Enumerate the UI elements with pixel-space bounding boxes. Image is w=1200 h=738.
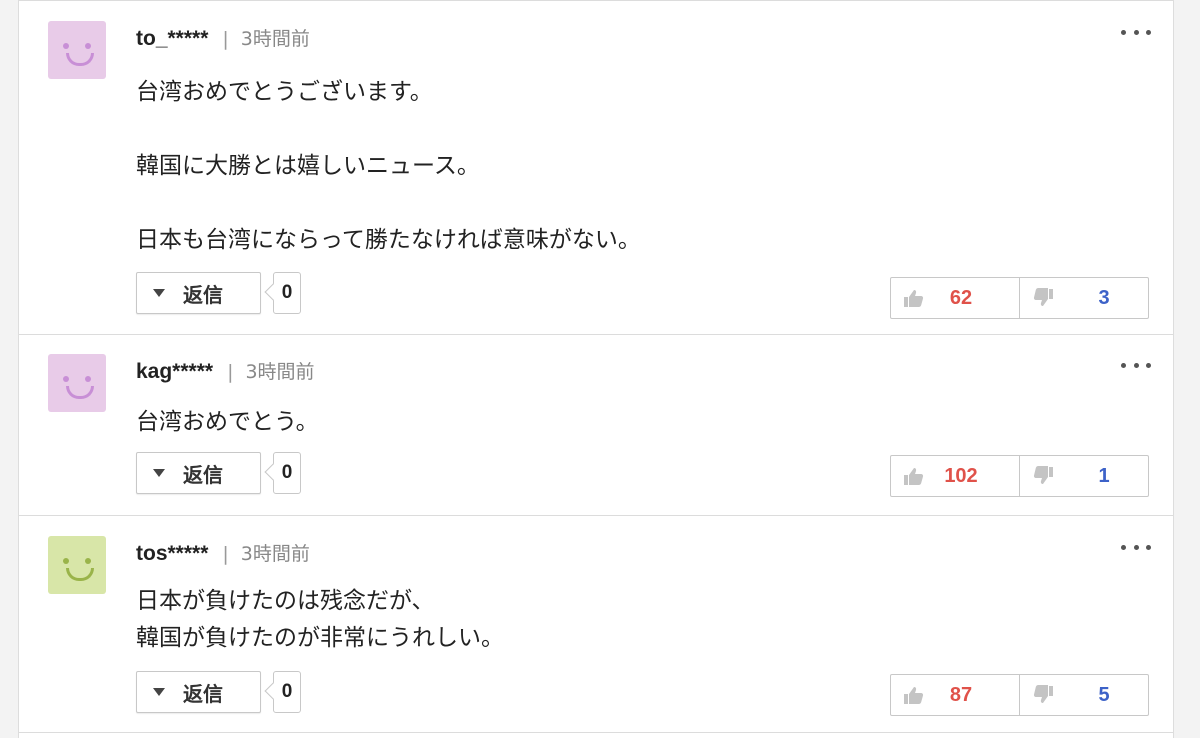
avatar-eye [63, 43, 69, 49]
like-count: 87 [949, 683, 973, 706]
vote-box: 62 3 [890, 277, 1149, 319]
reply-button[interactable]: 返信 [136, 671, 261, 713]
reply-count: 0 [264, 671, 301, 713]
like-count: 62 [949, 286, 973, 309]
dislike-button[interactable]: 5 [1020, 675, 1148, 715]
comment-body: 台湾おめでとうございます。 韓国に大勝とは嬉しいニュース。 日本も台湾にならって… [136, 79, 641, 253]
more-dots-icon [1121, 544, 1126, 550]
count-pointer [264, 463, 282, 481]
meta-separator: | [222, 28, 229, 50]
reply-label: 返信 [183, 282, 223, 307]
reply-count-value: 0 [281, 462, 293, 483]
avatar-eye [85, 376, 91, 382]
vote-box: 102 1 [890, 455, 1149, 497]
reply-count: 0 [264, 452, 301, 494]
timestamp: 3時間前 [240, 543, 310, 565]
timestamp: 3時間前 [245, 361, 315, 383]
reply-button[interactable]: 返信 [136, 272, 261, 314]
more-options-button[interactable] [1121, 542, 1151, 552]
vote-box: 87 5 [890, 674, 1149, 716]
reply-count: 0 [264, 272, 301, 314]
thumbs-down-icon [1033, 466, 1053, 484]
reply-label: 返信 [183, 681, 223, 706]
comment-meta: tos***** | 3時間前 [136, 541, 310, 567]
dislike-count: 5 [1098, 683, 1110, 706]
meta-separator: | [222, 543, 229, 565]
meta-separator: | [227, 361, 234, 383]
more-dots-icon [1133, 29, 1139, 35]
avatar-eye [85, 558, 91, 564]
dislike-button[interactable]: 3 [1020, 278, 1148, 318]
dislike-count: 3 [1098, 286, 1110, 309]
smiley-icon [66, 568, 94, 581]
comment-body: 台湾おめでとう。 [136, 409, 319, 435]
like-button[interactable]: 87 [891, 675, 1020, 715]
comment-meta: to_***** | 3時間前 [136, 26, 310, 52]
comment-text: 台湾おめでとう。 [136, 404, 319, 441]
more-dots-icon [1146, 544, 1151, 550]
dislike-count: 1 [1098, 464, 1110, 487]
comment-body: 日本が負けたのは残念だが、 韓国が負けたのが非常にうれしい。 [136, 588, 504, 651]
smiley-icon [66, 53, 94, 66]
comment-text: 台湾おめでとうございます。 韓国に大勝とは嬉しいニュース。 日本も台湾にならって… [136, 74, 641, 259]
comment-meta: kag***** | 3時間前 [136, 359, 315, 385]
more-options-button[interactable] [1121, 360, 1151, 370]
more-dots-icon [1146, 29, 1151, 35]
like-count: 102 [944, 464, 978, 487]
comment-item: kag***** | 3時間前 台湾おめでとう。 返信 0 102 1 [19, 334, 1173, 516]
caret-down-icon [153, 688, 165, 696]
like-button[interactable]: 102 [891, 456, 1020, 496]
username-link[interactable]: tos***** [136, 542, 208, 565]
count-pointer [264, 682, 282, 700]
thumbs-down-icon [1033, 685, 1053, 703]
comment-feed: to_***** | 3時間前 台湾おめでとうございます。 韓国に大勝とは嬉しいニュ… [18, 0, 1174, 738]
reply-label: 返信 [183, 462, 223, 487]
like-button[interactable]: 62 [891, 278, 1020, 318]
avatar[interactable] [48, 354, 106, 412]
more-dots-icon [1133, 362, 1139, 368]
more-options-button[interactable] [1121, 27, 1151, 37]
comment-item: to_***** | 3時間前 台湾おめでとうございます。 韓国に大勝とは嬉しいニュ… [19, 0, 1173, 335]
avatar[interactable] [48, 536, 106, 594]
comment-item: tos***** | 3時間前 日本が負けたのは残念だが、 韓国が負けたのが非常にう… [19, 516, 1173, 733]
thumbs-down-icon [1033, 288, 1053, 306]
username-link[interactable]: kag***** [136, 360, 213, 383]
comment-text: 日本が負けたのは残念だが、 韓国が負けたのが非常にうれしい。 [136, 583, 504, 657]
avatar-eye [85, 43, 91, 49]
avatar-eye [63, 558, 69, 564]
count-pointer [264, 283, 282, 301]
caret-down-icon [153, 289, 165, 297]
smiley-icon [66, 386, 94, 399]
avatar[interactable] [48, 21, 106, 79]
username-link[interactable]: to_***** [136, 27, 208, 50]
more-dots-icon [1121, 362, 1126, 368]
reply-button[interactable]: 返信 [136, 452, 261, 494]
reply-count-value: 0 [281, 282, 293, 303]
timestamp: 3時間前 [240, 28, 310, 50]
reply-count-value: 0 [281, 681, 293, 702]
avatar-eye [63, 376, 69, 382]
more-dots-icon [1133, 544, 1139, 550]
more-dots-icon [1121, 29, 1126, 35]
dislike-button[interactable]: 1 [1020, 456, 1148, 496]
caret-down-icon [153, 469, 165, 477]
more-dots-icon [1146, 362, 1151, 368]
